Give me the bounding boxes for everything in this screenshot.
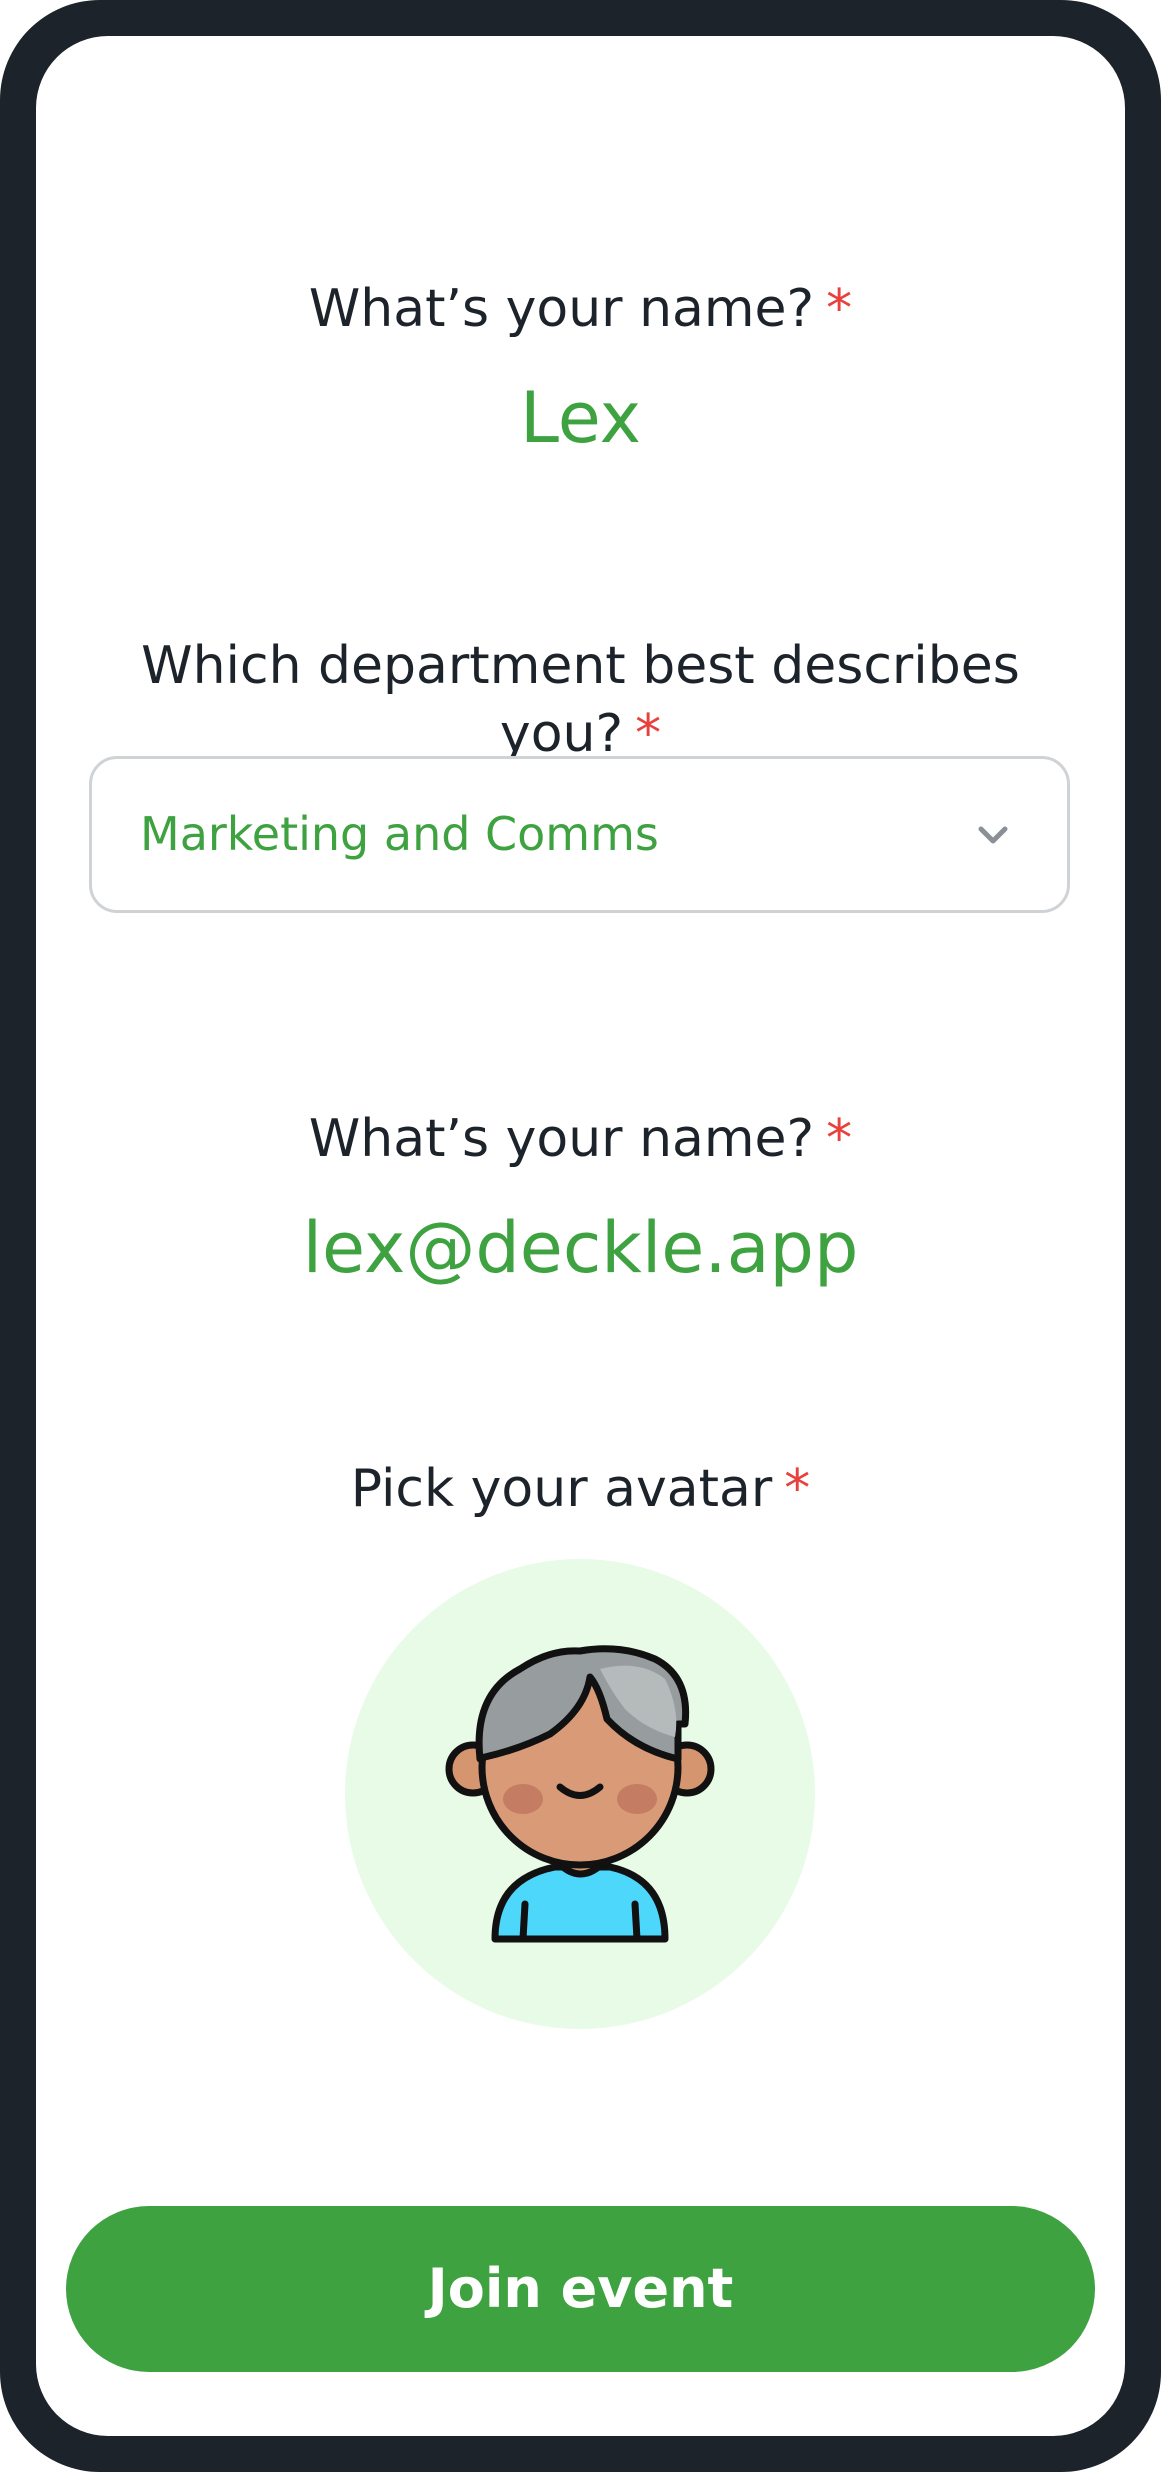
screen: What’s your name? * Lex Which department … [36, 36, 1125, 2436]
email-input[interactable]: lex@deckle.app [36, 1206, 1125, 1290]
name-question-text: What’s your name? [308, 279, 815, 339]
join-event-button[interactable]: Join event [66, 2206, 1095, 2372]
email-question: What’s your name? * [36, 1106, 1125, 1172]
phone-frame: What’s your name? * Lex Which department … [0, 0, 1161, 2472]
required-marker: * [635, 704, 662, 764]
required-marker: * [826, 1109, 853, 1169]
avatar-question-text: Pick your avatar [350, 1459, 773, 1519]
chevron-down-icon [978, 826, 1008, 844]
name-input[interactable]: Lex [36, 376, 1125, 460]
department-question: Which department best describes you? * [116, 632, 1045, 768]
department-select[interactable]: Marketing and Comms [89, 756, 1070, 913]
name-question: What’s your name? * [36, 276, 1125, 342]
required-marker: * [826, 279, 853, 339]
department-question-text: Which department best describes you? [141, 636, 1020, 764]
avatar-picker[interactable] [345, 1559, 815, 2029]
avatar-question: Pick your avatar * [36, 1456, 1125, 1522]
required-marker: * [784, 1459, 811, 1519]
department-select-value: Marketing and Comms [140, 807, 659, 861]
boy-avatar-icon [445, 1645, 715, 1943]
email-question-text: What’s your name? [308, 1109, 815, 1169]
